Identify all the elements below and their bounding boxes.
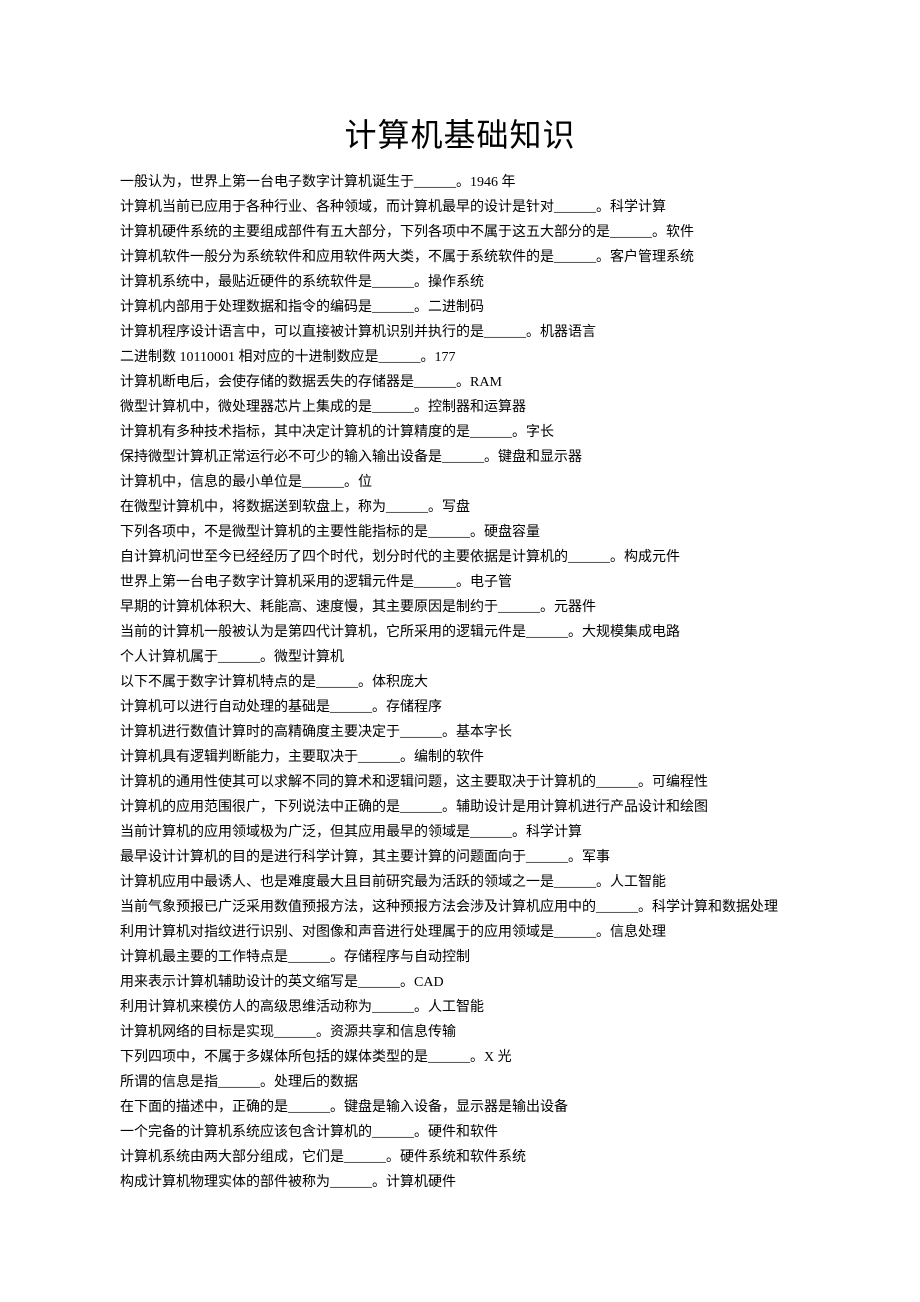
- qa-line: 计算机最主要的工作特点是______。存储程序与自动控制: [120, 945, 800, 970]
- qa-line: 计算机程序设计语言中，可以直接被计算机识别并执行的是______。机器语言: [120, 320, 800, 345]
- qa-line: 计算机网络的目标是实现______。资源共享和信息传输: [120, 1020, 800, 1045]
- document-title: 计算机基础知识: [120, 110, 800, 156]
- qa-line: 当前气象预报已广泛采用数值预报方法，这种预报方法会涉及计算机应用中的______…: [120, 895, 800, 920]
- qa-line: 计算机有多种技术指标，其中决定计算机的计算精度的是______。字长: [120, 420, 800, 445]
- document-body: 一般认为，世界上第一台电子数字计算机诞生于______。1946 年计算机当前已…: [120, 170, 800, 1195]
- qa-line: 计算机系统中，最贴近硬件的系统软件是______。操作系统: [120, 270, 800, 295]
- qa-line: 利用计算机来模仿人的高级思维活动称为______。人工智能: [120, 995, 800, 1020]
- qa-line: 一个完备的计算机系统应该包含计算机的______。硬件和软件: [120, 1120, 800, 1145]
- qa-line: 早期的计算机体积大、耗能高、速度慢，其主要原因是制约于______。元器件: [120, 595, 800, 620]
- qa-line: 计算机断电后，会使存储的数据丢失的存储器是______。RAM: [120, 370, 800, 395]
- qa-line: 自计算机问世至今已经经历了四个时代，划分时代的主要依据是计算机的______。构…: [120, 545, 800, 570]
- qa-line: 计算机的通用性使其可以求解不同的算术和逻辑问题，这主要取决于计算机的______…: [120, 770, 800, 795]
- qa-line: 个人计算机属于______。微型计算机: [120, 645, 800, 670]
- qa-line: 下列四项中，不属于多媒体所包括的媒体类型的是______。X 光: [120, 1045, 800, 1070]
- qa-line: 在下面的描述中，正确的是______。键盘是输入设备，显示器是输出设备: [120, 1095, 800, 1120]
- qa-line: 计算机的应用范围很广，下列说法中正确的是______。辅助设计是用计算机进行产品…: [120, 795, 800, 820]
- qa-line: 以下不属于数字计算机特点的是______。体积庞大: [120, 670, 800, 695]
- qa-line: 构成计算机物理实体的部件被称为______。计算机硬件: [120, 1170, 800, 1195]
- qa-line: 当前计算机的应用领域极为广泛，但其应用最早的领域是______。科学计算: [120, 820, 800, 845]
- qa-line: 利用计算机对指纹进行识别、对图像和声音进行处理属于的应用领域是______。信息…: [120, 920, 800, 945]
- qa-line: 计算机软件一般分为系统软件和应用软件两大类，不属于系统软件的是______。客户…: [120, 245, 800, 270]
- document-page: 计算机基础知识 一般认为，世界上第一台电子数字计算机诞生于______。1946…: [0, 0, 920, 1275]
- qa-line: 计算机系统由两大部分组成，它们是______。硬件系统和软件系统: [120, 1145, 800, 1170]
- qa-line: 计算机可以进行自动处理的基础是______。存储程序: [120, 695, 800, 720]
- qa-line: 计算机中，信息的最小单位是______。位: [120, 470, 800, 495]
- qa-line: 世界上第一台电子数字计算机采用的逻辑元件是______。电子管: [120, 570, 800, 595]
- qa-line: 计算机应用中最诱人、也是难度最大且目前研究最为活跃的领域之一是______。人工…: [120, 870, 800, 895]
- qa-line: 最早设计计算机的目的是进行科学计算，其主要计算的问题面向于______。军事: [120, 845, 800, 870]
- qa-line: 在微型计算机中，将数据送到软盘上，称为______。写盘: [120, 495, 800, 520]
- qa-line: 计算机硬件系统的主要组成部件有五大部分，下列各项中不属于这五大部分的是_____…: [120, 220, 800, 245]
- qa-line: 当前的计算机一般被认为是第四代计算机，它所采用的逻辑元件是______。大规模集…: [120, 620, 800, 645]
- qa-line: 微型计算机中，微处理器芯片上集成的是______。控制器和运算器: [120, 395, 800, 420]
- qa-line: 下列各项中，不是微型计算机的主要性能指标的是______。硬盘容量: [120, 520, 800, 545]
- qa-line: 计算机进行数值计算时的高精确度主要决定于______。基本字长: [120, 720, 800, 745]
- qa-line: 计算机当前已应用于各种行业、各种领域，而计算机最早的设计是针对______。科学…: [120, 195, 800, 220]
- qa-line: 保持微型计算机正常运行必不可少的输入输出设备是______。键盘和显示器: [120, 445, 800, 470]
- qa-line: 一般认为，世界上第一台电子数字计算机诞生于______。1946 年: [120, 170, 800, 195]
- qa-line: 计算机内部用于处理数据和指令的编码是______。二进制码: [120, 295, 800, 320]
- qa-line: 计算机具有逻辑判断能力，主要取决于______。编制的软件: [120, 745, 800, 770]
- qa-line: 用来表示计算机辅助设计的英文缩写是______。CAD: [120, 970, 800, 995]
- qa-line: 二进制数 10110001 相对应的十进制数应是______。177: [120, 345, 800, 370]
- qa-line: 所谓的信息是指______。处理后的数据: [120, 1070, 800, 1095]
